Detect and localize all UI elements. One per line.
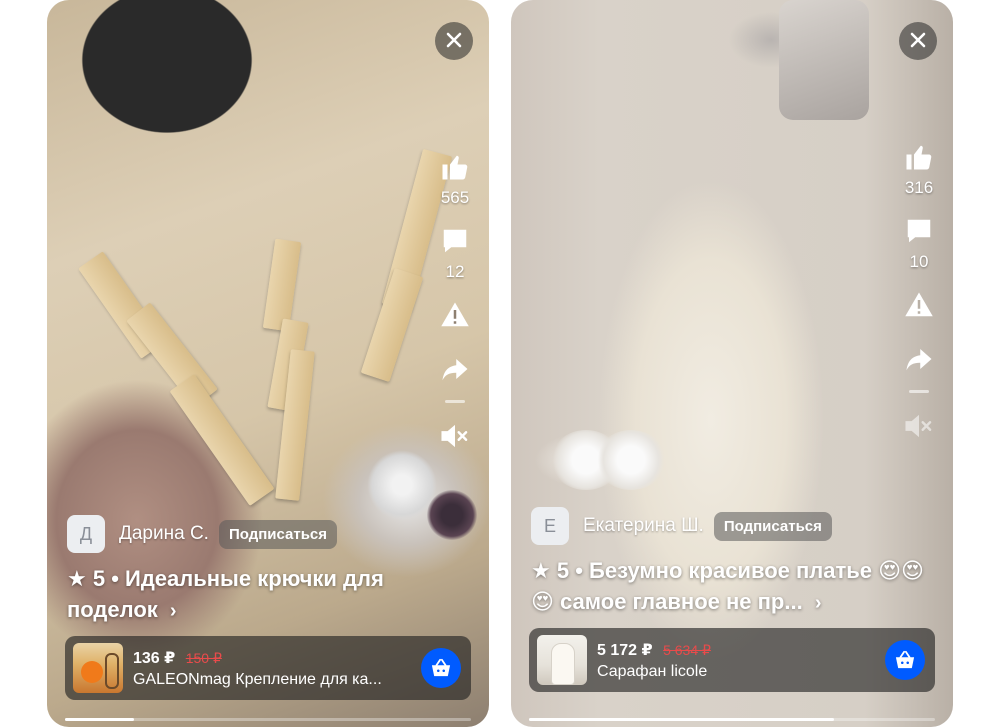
product-price: 5 172 ₽ [597, 641, 653, 659]
comment-icon [443, 229, 467, 253]
action-rail: 565 12 [435, 150, 475, 453]
product-thumbnail [73, 643, 123, 693]
product-card[interactable]: 5 172 ₽ 5 634 ₽ Сарафан licole [529, 628, 935, 692]
author-name[interactable]: Екатерина Ш. [583, 515, 704, 537]
video-progress-fill [65, 718, 135, 721]
author-name[interactable]: Дарина С. [119, 523, 209, 545]
star-icon: ★ [67, 566, 87, 591]
report-button[interactable] [438, 298, 472, 332]
subscribe-button[interactable]: Подписаться [713, 511, 832, 541]
likes-count: 565 [440, 188, 470, 207]
report-button[interactable] [902, 288, 936, 322]
product-thumbnail [537, 635, 587, 685]
comment-icon [907, 219, 931, 243]
rail-divider [445, 400, 465, 403]
chevron-right-icon: › [814, 592, 822, 614]
like-button[interactable] [902, 140, 936, 174]
close-button[interactable] [435, 22, 473, 60]
muted-speaker-icon [441, 424, 468, 448]
review-text: 5 • Идеальные крючки для поделок [67, 566, 384, 622]
video-progress-fill [529, 718, 834, 721]
likes-count: 316 [904, 178, 934, 197]
share-arrow-icon [442, 359, 468, 381]
share-button[interactable] [902, 342, 936, 376]
review-title[interactable]: ★ 5 • Безумно красивое платье 😍😍😍 самое … [531, 555, 937, 619]
basket-icon [431, 658, 451, 677]
author-row: Е Екатерина Ш. Подписаться [531, 507, 832, 545]
action-rail: 316 10 [899, 140, 939, 443]
video-card-left[interactable]: 565 12 Д Дарина С. Подписаться ★ 5 • Иде… [47, 0, 489, 727]
review-title[interactable]: ★ 5 • Идеальные крючки для поделок › [67, 563, 473, 627]
mute-button[interactable] [438, 419, 472, 453]
video-progress-bar[interactable] [529, 718, 935, 721]
product-card[interactable]: 136 ₽ 150 ₽ GALEONmag Крепление для ка..… [65, 636, 471, 700]
thumbs-up-icon [442, 155, 468, 180]
subscribe-button[interactable]: Подписаться [218, 519, 338, 549]
star-icon: ★ [531, 558, 551, 583]
product-name: GALEONmag Крепление для ка... [133, 670, 382, 688]
share-arrow-icon [906, 349, 932, 371]
muted-speaker-icon [905, 414, 932, 438]
product-old-price: 150 ₽ [185, 649, 222, 666]
avatar[interactable]: Д [67, 515, 105, 553]
thumbs-up-icon [906, 145, 932, 170]
warning-icon [441, 302, 469, 327]
video-card-right[interactable]: 316 10 Е Екатерина Ш. Подписаться ★ 5 • … [511, 0, 953, 727]
warning-icon [905, 292, 933, 317]
add-to-cart-button[interactable] [885, 640, 925, 680]
like-button[interactable] [438, 150, 472, 184]
avatar[interactable]: Е [531, 507, 569, 545]
chevron-right-icon: › [169, 600, 177, 622]
product-name: Сарафан licole [597, 662, 708, 680]
review-text: 5 • Безумно красивое платье 😍😍😍 самое гл… [531, 558, 924, 614]
comments-button[interactable] [438, 224, 472, 258]
comments-count: 12 [445, 262, 465, 281]
rail-divider [909, 390, 929, 393]
product-old-price: 5 634 ₽ [663, 641, 711, 658]
close-icon [446, 32, 462, 48]
comments-button[interactable] [902, 214, 936, 248]
video-progress-bar[interactable] [65, 718, 471, 721]
product-price: 136 ₽ [133, 649, 176, 667]
mute-button[interactable] [902, 409, 936, 443]
close-icon [910, 32, 926, 48]
author-row: Д Дарина С. Подписаться [67, 515, 338, 553]
basket-icon [895, 650, 915, 669]
share-button[interactable] [438, 352, 472, 386]
close-button[interactable] [899, 22, 937, 60]
add-to-cart-button[interactable] [421, 648, 461, 688]
comments-count: 10 [909, 252, 929, 271]
